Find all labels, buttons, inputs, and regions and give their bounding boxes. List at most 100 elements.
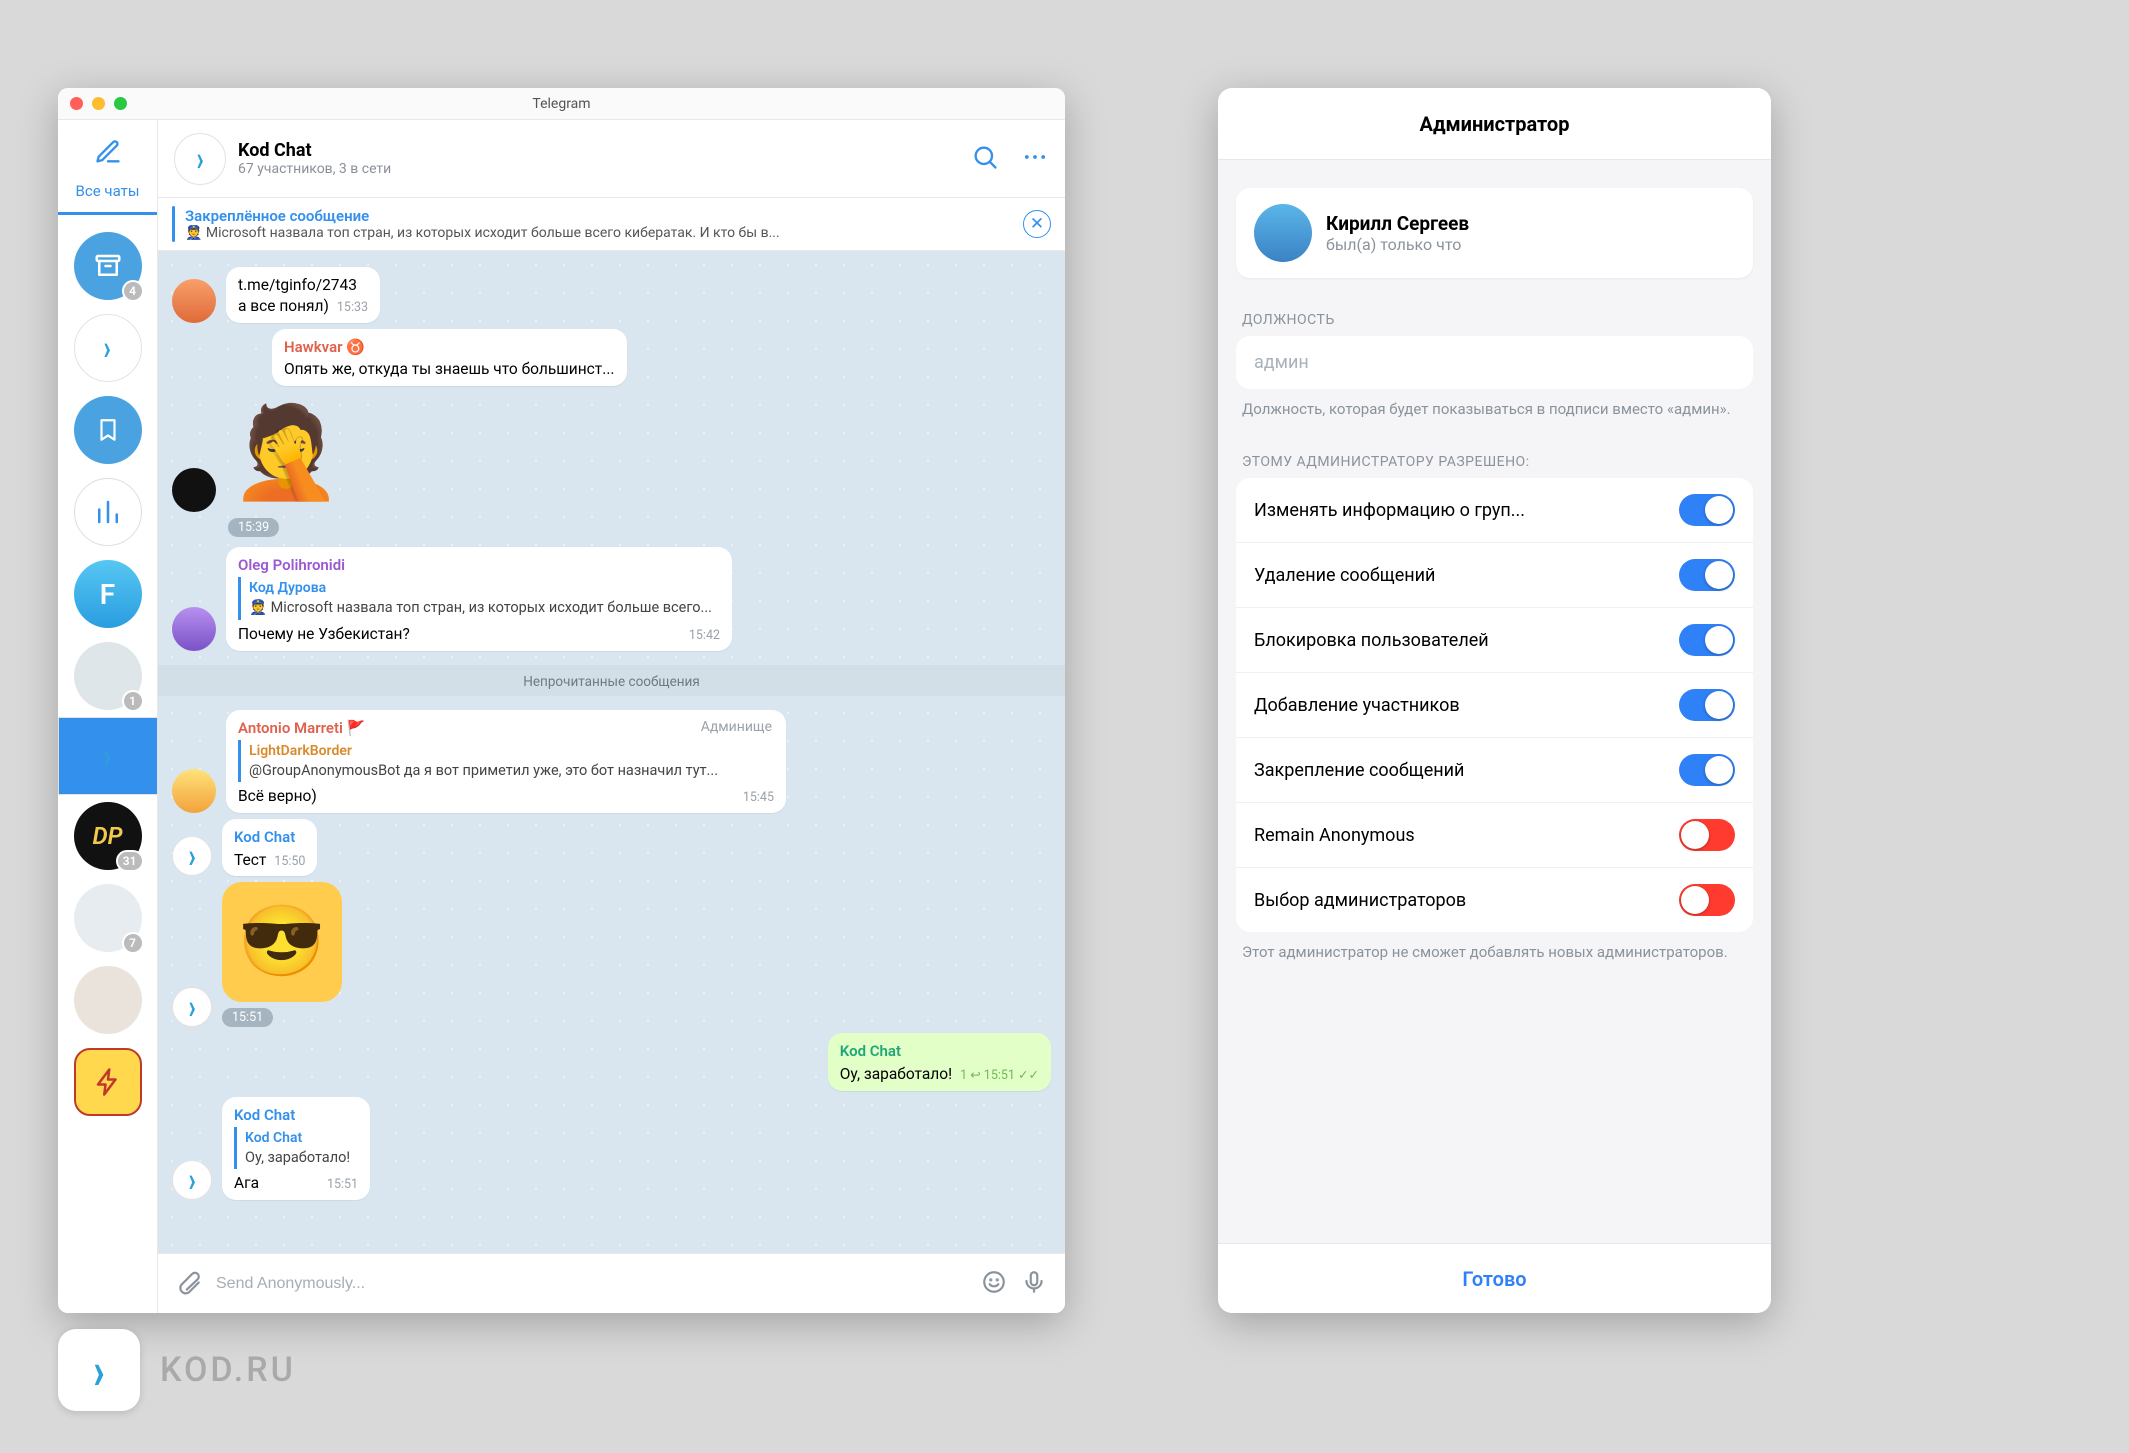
sidebar-folder-kod[interactable] [74,314,142,382]
admin-body[interactable]: Кирилл Сергеев был(а) только что ДОЛЖНОС… [1218,160,1771,1243]
message-row: 🤦 [172,392,1051,512]
avatar[interactable] [172,769,216,813]
emoji-icon[interactable] [981,1269,1007,1299]
toggle[interactable] [1679,819,1735,851]
sender-role: Админище [701,718,772,737]
message-bubble[interactable]: Antonio Marreti 🚩 Админище LightDarkBord… [226,710,786,814]
perm-row: Remain Anonymous [1236,803,1753,868]
sidebar-folder-kod-active[interactable] [58,717,158,795]
sidebar-folder-group1[interactable]: 1 [74,642,142,710]
sidebar: Все чаты 4 F 1 DP 31 7 [58,120,158,1313]
folder-letter: F [100,578,115,611]
toggle[interactable] [1679,754,1735,786]
badge: 31 [116,850,144,872]
message-bubble[interactable]: t.me/tginfo/2743 а все понял)15:33 [226,267,380,323]
toggle[interactable] [1679,689,1735,721]
avatar[interactable] [172,607,216,651]
reply-body: 👮 Microsoft назвала топ стран, из которы… [249,598,712,618]
mic-icon[interactable] [1021,1269,1047,1299]
message-bubble[interactable]: Oleg Polihronidi Код Дурова 👮 Microsoft … [226,547,732,651]
perm-label: Remain Anonymous [1254,825,1415,846]
watermark: › KOD.RU [58,1329,296,1411]
avatar[interactable] [172,836,212,876]
sidebar-folder-saved[interactable] [74,396,142,464]
titlebar: Telegram [58,88,1065,120]
close-icon[interactable] [70,97,83,110]
perm-label: Добавление участников [1254,695,1460,716]
reply-block[interactable]: LightDarkBorder @GroupAnonymousBot да я … [238,740,774,782]
minimize-icon[interactable] [92,97,105,110]
admin-user-name: Кирилл Сергеев [1326,212,1469,235]
maximize-icon[interactable] [114,97,127,110]
message-row: t.me/tginfo/2743 а все понял)15:33 [172,267,1051,323]
message-sender: Oleg Polihronidi [238,555,720,575]
done-button[interactable]: Готово [1462,1267,1526,1291]
sidebar-folder-group2[interactable]: 7 [74,884,142,952]
reply-body: @GroupAnonymousBot да я вот приметил уже… [249,761,766,781]
sidebar-folder-stats[interactable] [74,478,142,546]
sidebar-folder-person[interactable] [74,966,142,1034]
avatar[interactable] [172,279,216,323]
reply-block[interactable]: Kod Chat Оу, заработало! [234,1127,358,1169]
sidebar-folder-dp[interactable]: DP 31 [74,802,142,870]
admin-user-status: был(а) только что [1326,235,1469,254]
compose-button[interactable] [73,128,143,176]
pinned-text: 👮 Microsoft назвала топ стран, из которы… [185,225,780,241]
sticker-cool[interactable]: 😎 [222,882,342,1002]
message-bubble[interactable]: Hawkvar ♉ Опять же, откуда ты знаешь что… [272,329,627,386]
toggle[interactable] [1679,559,1735,591]
badge: 7 [122,932,144,954]
pinned-title: Закреплённое сообщение [185,207,780,225]
unread-divider: Непрочитанные сообщения [158,665,1065,696]
pinned-indicator [172,206,175,242]
close-icon[interactable]: ✕ [1023,210,1051,238]
reply-block[interactable]: Код Дурова 👮 Microsoft назвала топ стран… [238,577,720,619]
admin-user-card[interactable]: Кирилл Сергеев был(а) только что [1236,188,1753,278]
avatar[interactable] [172,987,212,1027]
message-sender: Kod Chat [234,1105,358,1125]
avatar[interactable] [172,468,216,512]
toggle[interactable] [1679,624,1735,656]
perm-row: Блокировка пользователей [1236,608,1753,673]
message-line: а все понял) [238,297,329,315]
role-hint: Должность, которая будет показываться в … [1236,389,1753,420]
message-line: t.me/tginfo/2743 [238,275,368,296]
perm-row: Удаление сообщений [1236,543,1753,608]
message-row: Kod Chat Оу, заработало! 1 ↩ 15:51 ✓✓ [172,1033,1051,1090]
toggle[interactable] [1679,884,1735,916]
sidebar-folder-bolt[interactable] [74,1048,142,1116]
chat-header[interactable]: Kod Chat 67 участников, 3 в сети [158,120,1065,198]
chat-subtitle: 67 участников, 3 в сети [238,161,391,177]
message-input[interactable] [216,1275,967,1293]
sticker-facepalm[interactable]: 🤦 [226,392,346,512]
perm-label: Изменять информацию о груп... [1254,500,1525,521]
message-row: 😎 15:51 [172,882,1051,1027]
chat-avatar[interactable] [174,133,226,185]
avatar[interactable] [172,1160,212,1200]
admin-header: Администратор [1218,88,1771,160]
window-controls[interactable] [70,97,127,110]
message-text: Оу, заработало! [840,1065,952,1083]
divider-label: Непрочитанные сообщения [509,670,714,694]
all-chats-tab[interactable]: Все чаты [58,176,157,215]
sidebar-folder-f[interactable]: F [74,560,142,628]
folder-letter: DP [92,822,122,850]
pinned-message[interactable]: Закреплённое сообщение 👮 Microsoft назва… [158,198,1065,251]
chat-main: Kod Chat 67 участников, 3 в сети Закрепл… [158,120,1065,1313]
watermark-text: KOD.RU [160,1350,296,1390]
message-bubble-outgoing[interactable]: Kod Chat Оу, заработало! 1 ↩ 15:51 ✓✓ [828,1033,1051,1090]
more-icon[interactable] [1021,143,1049,175]
chat-messages[interactable]: t.me/tginfo/2743 а все понял)15:33 Hawkv… [158,251,1065,1253]
admin-header-title: Администратор [1420,112,1570,136]
attach-icon[interactable] [176,1269,202,1299]
search-icon[interactable] [971,143,999,175]
message-bubble[interactable]: Kod Chat Kod Chat Оу, заработало! Ага 15… [222,1097,370,1201]
message-bubble[interactable]: Kod Chat Тест 15:50 [222,819,317,876]
sidebar-folder-archive[interactable]: 4 [74,232,142,300]
badge: 1 [122,690,144,712]
message-meta: 1 ↩ 15:51 ✓✓ [960,1064,1039,1085]
toggle[interactable] [1679,494,1735,526]
composer [158,1253,1065,1313]
perms-list: Изменять информацию о груп... Удаление с… [1236,478,1753,932]
role-input[interactable]: админ [1236,336,1753,389]
